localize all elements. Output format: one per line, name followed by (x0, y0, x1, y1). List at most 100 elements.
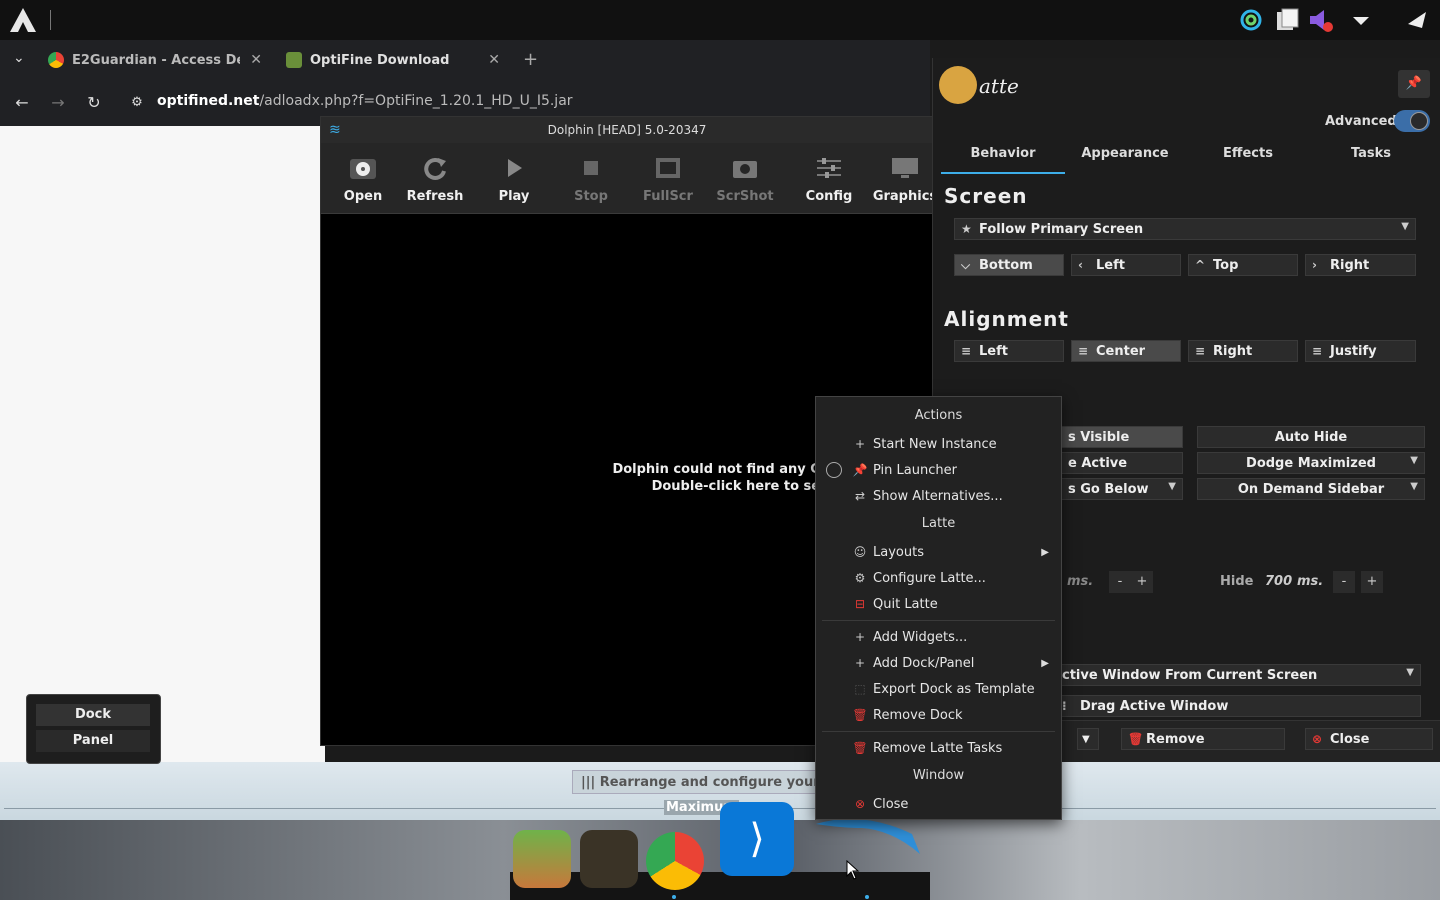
open-button[interactable]: Open (329, 155, 397, 204)
screenshot-button[interactable]: ScrShot (711, 155, 779, 204)
align-left-button[interactable]: ≡ Left (954, 340, 1064, 362)
start-new-instance-item[interactable]: + Start New Instance (816, 431, 1061, 457)
align-center-button[interactable]: ≡ Center (1071, 340, 1181, 362)
clipboard-icon[interactable] (1272, 6, 1302, 34)
sync-icon[interactable] (1236, 6, 1266, 34)
export-dock-template-item[interactable]: ⬚ Export Dock as Template (816, 676, 1061, 702)
pin-window-icon[interactable]: 📌 (1398, 70, 1430, 98)
screen-select[interactable]: ★ Follow Primary Screen ▼ (954, 218, 1416, 240)
tab-list-button[interactable]: ⌄ (13, 50, 25, 66)
menu-item-label: Start New Instance (873, 436, 997, 452)
visibility-always-visible[interactable]: s Visible (1061, 426, 1183, 448)
active-window-select[interactable]: ctive Window From Current Screen ▼ (1055, 664, 1421, 686)
play-button[interactable]: Play (480, 155, 548, 204)
layouts-item[interactable]: ☺ Layouts ▶ (816, 539, 1061, 565)
tab-appearance[interactable]: Appearance (1065, 146, 1185, 172)
graphics-button[interactable]: Graphics (871, 155, 939, 204)
hide-delay-unit: ms. (1297, 574, 1324, 589)
panel-mode-button[interactable]: Panel (36, 730, 150, 752)
add-widgets-item[interactable]: + Add Widgets... (816, 624, 1061, 650)
position-top-button[interactable]: ^ Top (1188, 254, 1298, 276)
menu-item-label: Configure Latte... (873, 570, 986, 586)
volume-muted-icon[interactable] (1306, 6, 1336, 34)
tab-optifine[interactable]: OptiFine Download ✕ (286, 44, 500, 76)
hide-delay-decrease[interactable]: - (1333, 571, 1355, 593)
drag-active-window-label: Drag Active Window (1080, 698, 1229, 714)
menu-item-label: Add Widgets... (873, 629, 968, 645)
align-right-label: Right (1213, 343, 1253, 359)
close-button[interactable]: ⊗ Close (1305, 728, 1433, 750)
minecraft-launcher-icon[interactable] (513, 830, 571, 888)
show-alternatives-item[interactable]: ⇄ Show Alternatives... (816, 483, 1061, 509)
rearrange-hint-label: Rearrange and configure your w (599, 775, 816, 790)
fullscreen-icon (656, 158, 680, 178)
arch-logo-icon[interactable] (8, 6, 38, 34)
reload-icon[interactable]: ↻ (83, 92, 105, 114)
tab-close-icon[interactable]: ✕ (250, 52, 262, 68)
chrome-favicon-icon (48, 52, 64, 68)
position-bottom-button[interactable]: ⌵ Bottom (954, 254, 1064, 276)
visibility-on-demand-sidebar[interactable]: On Demand Sidebar ▼ (1197, 478, 1425, 500)
quit-latte-item[interactable]: ⊟ Quit Latte (816, 591, 1061, 617)
align-justify-button[interactable]: ≡ Justify (1305, 340, 1416, 362)
advanced-toggle[interactable] (1394, 110, 1430, 132)
menu-item-label: Add Dock/Panel (873, 655, 975, 671)
close-item[interactable]: ⊗ Close (816, 791, 1061, 817)
configure-latte-item[interactable]: ⚙ Configure Latte... (816, 565, 1061, 591)
hide-delay-value[interactable]: 700 (1265, 574, 1292, 589)
pin-launcher-checkbox[interactable] (826, 462, 842, 478)
tab-close-icon[interactable]: ✕ (488, 52, 500, 68)
align-right-button[interactable]: ≡ Right (1188, 340, 1298, 362)
vscode-icon[interactable]: ⟩ (720, 802, 794, 876)
menu-item-label: Remove Latte Tasks (873, 740, 1003, 756)
show-delay-increase[interactable]: + (1131, 571, 1153, 593)
chevron-right-icon: › (1312, 258, 1317, 272)
dock-mode-button[interactable]: Dock (36, 704, 150, 726)
remove-latte-tasks-item[interactable]: 🗑 Remove Latte Tasks (816, 735, 1061, 761)
refresh-button[interactable]: Refresh (401, 155, 469, 204)
trash-icon: 🗑 (852, 741, 868, 755)
show-delay-decrease[interactable]: - (1109, 571, 1131, 593)
site-settings-icon[interactable]: ⚙ (126, 92, 148, 114)
visibility-dodge-maximized[interactable]: Dodge Maximized ▼ (1197, 452, 1425, 474)
position-right-button[interactable]: › Right (1305, 254, 1416, 276)
remove-button[interactable]: 🗑 Remove (1121, 728, 1285, 750)
stop-button[interactable]: Stop (557, 155, 625, 204)
dolphin-dock-icon[interactable] (812, 814, 924, 858)
expand-tray-icon[interactable] (1346, 6, 1376, 34)
chrome-icon[interactable] (646, 832, 704, 890)
config-button[interactable]: Config (795, 155, 863, 204)
optifine-favicon-icon (286, 52, 302, 68)
add-dock-panel-item[interactable]: + Add Dock/Panel ▶ (816, 650, 1061, 676)
tab-e2guardian[interactable]: E2Guardian - Access Den ✕ (48, 44, 262, 76)
position-left-button[interactable]: ‹ Left (1071, 254, 1181, 276)
remove-dock-item[interactable]: 🗑 Remove Dock (816, 702, 1061, 728)
hide-delay-increase[interactable]: + (1361, 571, 1383, 593)
address-bar[interactable]: optifined.net/adloadx.php?f=OptiFine_1.2… (157, 93, 573, 109)
pin-launcher-item[interactable]: 📌 Pin Launcher (816, 457, 1061, 483)
back-arrow-icon[interactable]: ← (11, 92, 33, 114)
tab-effects[interactable]: Effects (1185, 146, 1311, 172)
plus-icon: + (854, 437, 866, 451)
notifications-icon[interactable] (1402, 6, 1432, 34)
visibility-auto-hide[interactable]: Auto Hide (1197, 426, 1425, 448)
tab-behavior[interactable]: Behavior (941, 146, 1065, 174)
menu-item-label: Export Dock as Template (873, 681, 1035, 697)
menu-separator (822, 620, 1055, 621)
terminal-icon[interactable] (580, 830, 638, 888)
menu-item-label: Show Alternatives... (873, 488, 1003, 504)
more-options-dropdown[interactable]: ▼ (1077, 728, 1099, 750)
dolphin-titlebar[interactable]: ≋ Dolphin [HEAD] 5.0-20347 (321, 117, 933, 143)
rearrange-hint[interactable]: ||| Rearrange and configure your w (572, 770, 816, 794)
alternatives-icon: ⇄ (854, 489, 866, 503)
fullscreen-button[interactable]: FullScr (634, 155, 702, 204)
screen-heading: Screen (944, 184, 1028, 208)
export-icon: ⬚ (854, 682, 866, 696)
forward-arrow-icon[interactable]: → (47, 92, 69, 114)
drag-active-window-option[interactable]: ⁝ Drag Active Window (1055, 695, 1421, 717)
visibility-windows-active[interactable]: e Active (1061, 452, 1183, 474)
new-tab-button[interactable]: + (523, 49, 538, 70)
stop-label: Stop (574, 189, 608, 204)
visibility-windows-go-below[interactable]: s Go Below ▼ (1061, 478, 1183, 500)
tab-tasks[interactable]: Tasks (1311, 146, 1431, 172)
